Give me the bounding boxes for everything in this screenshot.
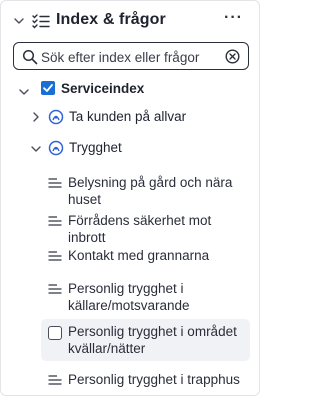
list-item[interactable]: Personlig trygghet i området kvällar/nät… [68, 323, 248, 357]
question-lines-icon [48, 251, 62, 261]
question-lines-icon [48, 284, 62, 294]
check-icon [43, 84, 53, 92]
serviceindex-checkbox[interactable] [41, 81, 55, 95]
list-item[interactable]: Förrådens säkerhet mot inbrott [68, 212, 248, 246]
group-label-trygghet[interactable]: Trygghet [69, 140, 122, 155]
index-gauge-icon [48, 109, 64, 125]
list-item[interactable]: Belysning på gård och nära huset [68, 174, 248, 208]
serviceindex-label[interactable]: Serviceindex [61, 81, 144, 96]
search-input[interactable] [41, 47, 221, 67]
index-panel: Index & frågor ··· Serviceindex Ta kunde… [0, 0, 260, 396]
group-label-ta-kunden[interactable]: Ta kunden på allvar [69, 109, 186, 124]
checklist-icon [32, 14, 50, 29]
search-box [13, 42, 249, 70]
search-icon [22, 49, 38, 65]
chevron-down-icon[interactable] [30, 143, 42, 155]
question-lines-icon [48, 216, 62, 226]
more-options-icon[interactable]: ··· [224, 9, 243, 27]
clear-search-icon[interactable] [225, 49, 240, 64]
index-gauge-icon [48, 140, 64, 156]
chevron-right-icon[interactable] [30, 111, 42, 123]
list-item[interactable]: Personlig trygghet i trapphus [68, 371, 248, 388]
list-item[interactable]: Kontakt med grannarna [68, 247, 248, 264]
question-lines-icon [48, 178, 62, 188]
item-checkbox[interactable] [48, 326, 62, 340]
list-item[interactable]: Personlig trygghet i källare/motsvarande [68, 280, 248, 314]
chevron-down-icon[interactable] [18, 86, 30, 98]
panel-header: Index & frågor ··· [1, 9, 259, 35]
chevron-down-icon[interactable] [13, 15, 25, 27]
question-lines-icon [48, 375, 62, 385]
panel-title: Index & frågor [56, 11, 166, 28]
